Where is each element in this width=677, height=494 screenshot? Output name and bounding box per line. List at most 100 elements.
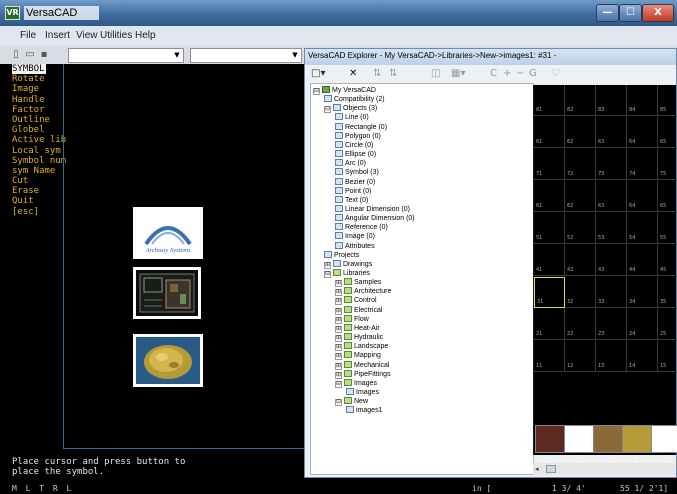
symbol-cell[interactable]: 31 [534,277,565,308]
tree-node[interactable]: ⊞ PipeFittings [335,369,391,379]
symbol-cell[interactable]: 34 [627,277,658,308]
cmd-symbol[interactable]: SYMBOL [12,64,46,75]
symbol-thumbnail[interactable]: 2 [564,425,595,461]
symbol-cell[interactable]: 61 [534,181,565,212]
tree-node[interactable]: ⊞ Hydraulic [335,333,383,343]
tree-node[interactable]: Images [346,387,379,397]
tree-node[interactable]: ⊞ Mapping [335,351,381,361]
symbol-cell[interactable]: 82 [565,85,596,116]
symbol-cell[interactable]: 55 [658,213,677,244]
symbol-cell[interactable]: 71 [534,149,565,180]
symbol-cell[interactable]: 24 [627,309,658,340]
tree-expander-icon[interactable]: ⊞ [335,307,342,315]
symbol-thumbnail[interactable]: 3 [593,425,624,461]
tree-expander-icon[interactable]: ⊞ [335,353,342,361]
tree-expander-icon[interactable]: ⊞ [335,298,342,306]
grid-scrollbar[interactable]: ◂ [533,463,676,475]
tree-expander-icon[interactable]: ⊟ [313,88,320,95]
grid-view-icon[interactable]: ▦▾ [451,67,465,80]
flower-photo-symbol[interactable] [133,334,203,387]
favorites-icon[interactable]: ♡ [551,67,560,80]
symbol-cell[interactable]: 51 [534,213,565,244]
tree-node[interactable]: ⊞ Landscape [335,342,388,352]
symbol-cell[interactable]: 21 [534,309,565,340]
tree-node[interactable]: Line (0) [335,113,369,122]
tree-expander-icon[interactable]: ⊟ [335,380,342,388]
symbol-cell[interactable]: 25 [658,309,677,340]
symbol-cell[interactable]: 65 [658,181,677,212]
minimize-button[interactable]: — [596,4,619,22]
symbol-cell[interactable]: 73 [596,149,627,180]
symbol-cell[interactable]: 11 [534,341,565,372]
symbol-cell[interactable]: 13 [596,341,627,372]
tree-node[interactable]: Angular Dimension (0) [335,214,415,223]
tree-node[interactable]: Bezier (0) [335,177,375,187]
symbol-cell[interactable]: 12 [565,341,596,372]
symbol-cell[interactable]: 64 [627,181,658,212]
tree-node[interactable]: ⊞ Architecture [335,287,391,297]
tree-node[interactable]: Rectangle (0) [335,122,387,132]
symbol-cell[interactable]: 63 [596,181,627,212]
symbol-cell[interactable]: 43 [596,245,627,276]
symbol-cell[interactable]: 62 [565,117,596,148]
sort-desc-icon[interactable]: ⇅ [389,67,397,80]
group-icon[interactable]: G [529,67,537,80]
menu-help[interactable]: Help [135,30,156,41]
tree-node[interactable]: Linear Dimension (0) [335,204,410,214]
symbol-cell[interactable]: 74 [627,149,658,180]
tree-expander-icon[interactable]: ⊞ [335,335,342,343]
tree-node[interactable]: ⊞ Drawings [324,259,372,269]
view-select[interactable]: ▼ [190,48,302,63]
tree-node[interactable]: Circle (0) [335,140,373,150]
symbol-cell[interactable]: 63 [596,117,627,148]
symbol-cell[interactable]: 42 [565,245,596,276]
tree-node[interactable]: Ellipse (0) [335,150,376,159]
tree-node[interactable]: ⊟ Objects (3) [324,104,377,114]
symbol-cell[interactable]: 72 [565,149,596,180]
scroll-thumb[interactable] [546,465,556,473]
tree-node[interactable]: Arc (0) [335,159,366,168]
tree-node[interactable]: ⊞ Mechanical [335,360,389,370]
new-item-icon[interactable]: □▾ [311,67,325,80]
menu-insert[interactable]: Insert [45,30,70,41]
symbol-cell[interactable]: 33 [596,277,627,308]
tree-expander-icon[interactable]: ⊞ [335,344,342,352]
symbol-cell[interactable]: 22 [565,309,596,340]
symbol-cell[interactable]: 15 [658,341,677,372]
house-plan-symbol[interactable] [133,267,201,319]
new-file-icon[interactable]: ▯ [10,49,22,61]
tree-node[interactable]: Point (0) [335,186,371,196]
delete-icon[interactable]: ✕ [349,67,357,80]
tree-node[interactable]: Projects [324,250,359,260]
symbol-cell[interactable]: 32 [565,277,596,308]
symbol-thumbnail[interactable]: 5 [651,425,677,461]
tree-node[interactable]: Polygon (0) [335,131,381,141]
symbol-cell[interactable]: 85 [658,85,677,116]
view-toggle-icon[interactable]: ◫ [431,67,440,80]
tree-expander-icon[interactable]: ⊞ [324,261,331,269]
symbol-cell[interactable]: 64 [627,117,658,148]
tree-node[interactable]: ⊟ Libraries [324,269,370,278]
tree-node[interactable]: images1 [346,406,382,415]
symbol-cell[interactable]: 61 [534,117,565,148]
tree-node[interactable]: ⊟ Images [335,378,377,388]
tree-node[interactable]: Text (0) [335,195,368,205]
symbol-cell[interactable]: 65 [658,117,677,148]
tree-node[interactable]: ⊞ Samples [335,278,381,288]
save-icon[interactable]: ▪ [38,49,50,61]
symbol-cell[interactable]: 44 [627,245,658,276]
tree-expander-icon[interactable]: ⊞ [335,289,342,297]
tree-expander-icon[interactable]: ⊞ [335,362,342,370]
tree-node[interactable]: ⊞ Electrical [335,305,382,315]
menu-file[interactable]: File [20,30,36,41]
copy-icon[interactable]: C [490,67,497,80]
symbol-cell[interactable]: 45 [658,245,677,276]
symbol-cell[interactable]: 84 [627,85,658,116]
open-folder-icon[interactable]: ▭ [24,49,36,61]
tree-node[interactable]: Image (0) [335,232,375,241]
symbol-cell[interactable]: 52 [565,213,596,244]
tree-node[interactable]: Reference (0) [335,223,388,232]
symbol-cell[interactable]: 62 [565,181,596,212]
symbol-cell[interactable]: 83 [596,85,627,116]
tree-expander-icon[interactable]: ⊟ [324,271,331,278]
